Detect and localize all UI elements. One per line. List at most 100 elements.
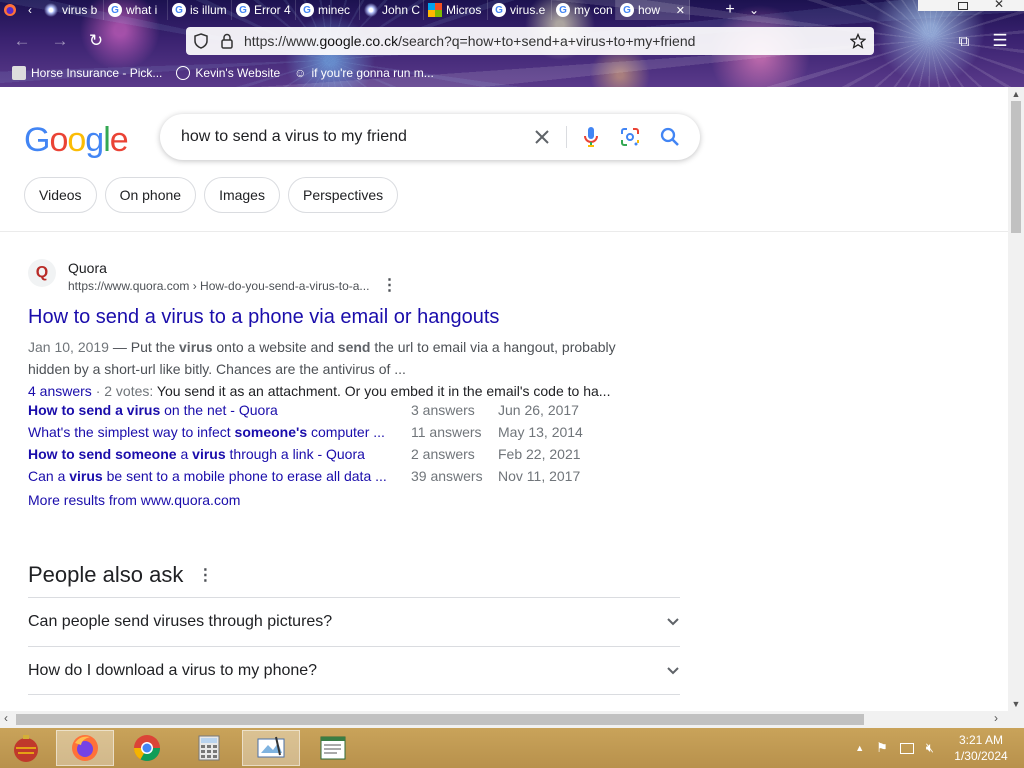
sitelink-title-fragment: How to send someone bbox=[28, 446, 177, 462]
menu-icon[interactable]: ☰ bbox=[988, 29, 1012, 53]
browser-tab[interactable]: Gminec bbox=[296, 0, 360, 20]
list-all-tabs-icon[interactable]: ⌄ bbox=[742, 0, 766, 20]
new-tab-button[interactable]: + bbox=[718, 0, 742, 20]
firefox-menu-icon[interactable] bbox=[0, 0, 20, 20]
result-source[interactable]: Q Quora https://www.quora.com › How-do-y… bbox=[28, 259, 648, 295]
close-window-icon[interactable]: ✕ bbox=[994, 0, 1004, 11]
browser-tab[interactable]: virus b bbox=[40, 0, 104, 20]
microphone-icon[interactable] bbox=[579, 125, 603, 149]
more-results-link[interactable]: More results from www.quora.com bbox=[28, 492, 240, 508]
url-text[interactable]: https://www.google.co.ck/search?q=how+to… bbox=[244, 33, 695, 49]
browser-tab[interactable]: Gwhat i bbox=[104, 0, 168, 20]
paa-question[interactable]: Can people send viruses through pictures… bbox=[28, 597, 680, 646]
answers-link[interactable]: 4 answers bbox=[28, 383, 92, 399]
tab-strip: ‹ virus b Gwhat i Gis illum G Error 4 Gminec J… bbox=[0, 0, 1024, 20]
window-controls[interactable]: ✕ bbox=[918, 0, 1024, 11]
browser-tab[interactable]: Gvirus.e bbox=[488, 0, 552, 20]
sitelink-title-link[interactable]: How to send a virus on the net - Quora bbox=[28, 402, 278, 418]
chip-on-phone[interactable]: On phone bbox=[104, 177, 197, 213]
sitelink-title-link[interactable]: Can a virus be sent to a mobile phone to… bbox=[28, 468, 387, 484]
sitelink-answers: 39 answers bbox=[411, 468, 483, 484]
calculator-icon bbox=[198, 735, 220, 761]
scroll-up-icon[interactable]: ▲ bbox=[1008, 89, 1024, 99]
google-lens-icon[interactable] bbox=[618, 125, 642, 149]
reload-icon[interactable]: ↻ bbox=[84, 29, 108, 53]
quora-favicon-icon: Q bbox=[28, 259, 56, 287]
bookmark-kevins-website[interactable]: Kevin's Website bbox=[176, 66, 280, 80]
sitelink-date: Feb 22, 2021 bbox=[498, 446, 581, 462]
taskbar-notepad[interactable] bbox=[304, 730, 362, 766]
taskbar-calculator[interactable] bbox=[180, 730, 238, 766]
extensions-icon[interactable]: ⧉ bbox=[952, 29, 976, 53]
sitelink-title-fragment: Can a bbox=[28, 468, 70, 484]
tab-scroll-left-icon[interactable]: ‹ bbox=[20, 0, 40, 20]
sitelink-row: How to send a virus on the net - Quora 3 … bbox=[28, 402, 608, 424]
bookmark-run-m[interactable]: ☺ if you're gonna run m... bbox=[294, 66, 434, 80]
navigation-bar: ← → ↻ https://www.google.co.ck/search?q=… bbox=[0, 24, 1024, 58]
network-icon[interactable] bbox=[899, 742, 914, 754]
clock[interactable]: 3:21 AM 1/30/2024 bbox=[946, 732, 1016, 764]
bookmark-star-icon[interactable] bbox=[850, 33, 866, 49]
forward-icon[interactable]: → bbox=[48, 29, 72, 53]
restore-window-icon[interactable] bbox=[958, 2, 968, 10]
browser-tab[interactable]: Gis illum bbox=[168, 0, 232, 20]
sitelink-title-link[interactable]: What's the simplest way to infect someon… bbox=[28, 424, 385, 440]
sitelink-title-fragment: What's the simplest way to infect bbox=[28, 424, 235, 440]
search-box[interactable]: how to send a virus to my friend bbox=[160, 114, 700, 160]
snippet-fragment: virus bbox=[179, 339, 213, 355]
sitelink-date: May 13, 2014 bbox=[498, 424, 583, 440]
browser-tab[interactable]: Ghow ✕ bbox=[616, 0, 690, 20]
search-input[interactable]: how to send a virus to my friend bbox=[181, 128, 407, 146]
action-center-flag-icon[interactable]: ⚑ bbox=[876, 740, 888, 756]
sitelink-row: How to send someone a virus through a li… bbox=[28, 446, 608, 468]
more-options-icon[interactable]: ⋮ bbox=[381, 277, 397, 295]
result-site-name: Quora bbox=[68, 260, 107, 276]
notepad-icon bbox=[320, 736, 346, 760]
tab-label: is illum bbox=[190, 3, 227, 17]
lock-icon[interactable] bbox=[220, 33, 234, 49]
tab-label: Micros bbox=[446, 3, 482, 17]
show-hidden-icons-icon[interactable]: ▲ bbox=[855, 743, 864, 753]
address-bar[interactable]: https://www.google.co.ck/search?q=how+to… bbox=[186, 27, 874, 55]
shield-icon[interactable] bbox=[194, 33, 208, 49]
bookmark-horse-insurance[interactable]: Horse Insurance - Pick... bbox=[12, 66, 162, 80]
vertical-scrollbar[interactable]: ▲ ▼ bbox=[1008, 87, 1024, 711]
taskbar-paint[interactable] bbox=[242, 730, 300, 766]
sitelink-date: Nov 11, 2017 bbox=[498, 468, 581, 484]
back-icon[interactable]: ← bbox=[10, 29, 34, 53]
chip-videos[interactable]: Videos bbox=[24, 177, 97, 213]
result-title-link[interactable]: How to send a virus to a phone via email… bbox=[28, 304, 648, 330]
start-button[interactable] bbox=[0, 730, 52, 766]
search-results-page: Google how to send a virus to my friend … bbox=[0, 87, 1008, 711]
paa-question[interactable]: How do I download a virus to my phone? bbox=[28, 646, 680, 695]
google-logo[interactable]: Google bbox=[24, 121, 129, 160]
firefox-icon bbox=[72, 735, 98, 761]
search-icon[interactable] bbox=[658, 125, 682, 149]
scroll-right-icon[interactable]: › bbox=[994, 711, 998, 725]
tab-label: minec bbox=[318, 3, 351, 17]
browser-tab[interactable]: Gmy con bbox=[552, 0, 616, 20]
sitelink-title-fragment: virus bbox=[69, 468, 103, 484]
chip-images[interactable]: Images bbox=[204, 177, 280, 213]
browser-tab[interactable]: Micros bbox=[424, 0, 488, 20]
horizontal-scroll-thumb[interactable] bbox=[16, 714, 864, 725]
clear-search-icon[interactable] bbox=[530, 125, 554, 149]
taskbar-chrome[interactable] bbox=[118, 730, 176, 766]
browser-tab[interactable]: G Error 4 bbox=[232, 0, 296, 20]
sitelink-title-fragment: How to send a virus bbox=[28, 402, 161, 418]
chip-perspectives[interactable]: Perspectives bbox=[287, 177, 399, 213]
volume-muted-icon[interactable]: 🔇︎ bbox=[926, 740, 934, 756]
sitelink-title-link[interactable]: How to send someone a virus through a li… bbox=[28, 446, 365, 462]
scroll-down-icon[interactable]: ▼ bbox=[1008, 699, 1024, 709]
search-filter-chips: Videos On phone Images Perspectives bbox=[24, 177, 399, 213]
browser-tab[interactable]: John C bbox=[360, 0, 424, 20]
search-divider bbox=[566, 126, 567, 148]
scroll-left-icon[interactable]: ‹ bbox=[4, 711, 8, 725]
sitelink-title-fragment: a bbox=[176, 446, 193, 462]
vertical-scroll-thumb[interactable] bbox=[1011, 101, 1021, 233]
horizontal-scrollbar[interactable]: ‹ › bbox=[0, 711, 1024, 728]
taskbar-firefox[interactable] bbox=[56, 730, 114, 766]
close-tab-icon[interactable]: ✕ bbox=[676, 4, 685, 17]
snippet-fragment: — Put the bbox=[108, 339, 180, 355]
more-options-icon[interactable]: ⋮ bbox=[197, 565, 213, 585]
